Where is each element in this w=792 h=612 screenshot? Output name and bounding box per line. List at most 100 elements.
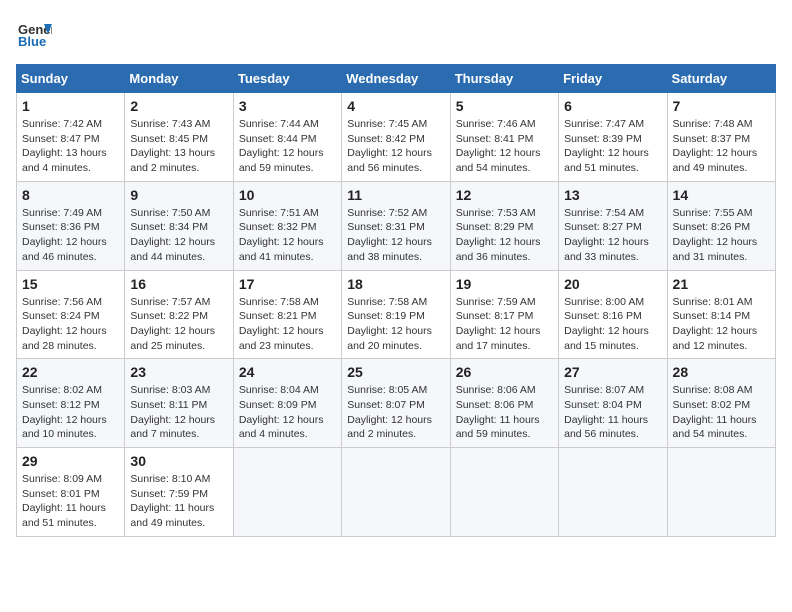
- day-info: Sunrise: 8:10 AMSunset: 7:59 PMDaylight:…: [130, 472, 227, 531]
- calendar-week-2: 8Sunrise: 7:49 AMSunset: 8:36 PMDaylight…: [17, 181, 776, 270]
- day-number: 17: [239, 276, 336, 292]
- column-header-wednesday: Wednesday: [342, 65, 450, 93]
- day-info: Sunrise: 7:58 AMSunset: 8:19 PMDaylight:…: [347, 295, 444, 354]
- day-info: Sunrise: 8:05 AMSunset: 8:07 PMDaylight:…: [347, 383, 444, 442]
- calendar-cell: 15Sunrise: 7:56 AMSunset: 8:24 PMDayligh…: [17, 270, 125, 359]
- day-number: 11: [347, 187, 444, 203]
- calendar-cell: 13 Sunrise: 7:54 AMSunset: 8:27 PMDayligh…: [559, 181, 667, 270]
- day-number: 19: [456, 276, 553, 292]
- svg-text:Blue: Blue: [18, 34, 46, 49]
- day-info: Sunrise: 7:53 AMSunset: 8:29 PMDaylight:…: [456, 206, 553, 265]
- day-info: Sunrise: 7:46 AMSunset: 8:41 PMDaylight:…: [456, 117, 553, 176]
- column-header-thursday: Thursday: [450, 65, 558, 93]
- calendar-cell: 30 Sunrise: 8:10 AMSunset: 7:59 PMDayligh…: [125, 448, 233, 537]
- day-info: Sunrise: 8:07 AMSunset: 8:04 PMDaylight:…: [564, 383, 661, 442]
- calendar-cell: 9 Sunrise: 7:50 AMSunset: 8:34 PMDaylight…: [125, 181, 233, 270]
- calendar-cell: 5 Sunrise: 7:46 AMSunset: 8:41 PMDaylight…: [450, 93, 558, 182]
- column-header-monday: Monday: [125, 65, 233, 93]
- day-number: 22: [22, 364, 119, 380]
- column-header-tuesday: Tuesday: [233, 65, 341, 93]
- day-number: 3: [239, 98, 336, 114]
- day-number: 29: [22, 453, 119, 469]
- calendar-cell: 6 Sunrise: 7:47 AMSunset: 8:39 PMDaylight…: [559, 93, 667, 182]
- calendar-table: SundayMondayTuesdayWednesdayThursdayFrid…: [16, 64, 776, 537]
- day-number: 14: [673, 187, 770, 203]
- calendar-cell: 25Sunrise: 8:05 AMSunset: 8:07 PMDayligh…: [342, 359, 450, 448]
- day-number: 8: [22, 187, 119, 203]
- column-header-sunday: Sunday: [17, 65, 125, 93]
- day-number: 18: [347, 276, 444, 292]
- day-info: Sunrise: 7:56 AMSunset: 8:24 PMDaylight:…: [22, 295, 119, 354]
- calendar-cell: 12 Sunrise: 7:53 AMSunset: 8:29 PMDayligh…: [450, 181, 558, 270]
- day-number: 28: [673, 364, 770, 380]
- day-info: Sunrise: 8:06 AMSunset: 8:06 PMDaylight:…: [456, 383, 553, 442]
- day-number: 13: [564, 187, 661, 203]
- day-number: 27: [564, 364, 661, 380]
- day-info: Sunrise: 8:08 AMSunset: 8:02 PMDaylight:…: [673, 383, 770, 442]
- calendar-cell: [450, 448, 558, 537]
- calendar-cell: 28 Sunrise: 8:08 AMSunset: 8:02 PMDayligh…: [667, 359, 775, 448]
- calendar-cell: 26 Sunrise: 8:06 AMSunset: 8:06 PMDayligh…: [450, 359, 558, 448]
- day-info: Sunrise: 7:54 AMSunset: 8:27 PMDaylight:…: [564, 206, 661, 265]
- calendar-cell: 16 Sunrise: 7:57 AMSunset: 8:22 PMDayligh…: [125, 270, 233, 359]
- day-number: 20: [564, 276, 661, 292]
- calendar-cell: 23 Sunrise: 8:03 AMSunset: 8:11 PMDayligh…: [125, 359, 233, 448]
- calendar-week-3: 15Sunrise: 7:56 AMSunset: 8:24 PMDayligh…: [17, 270, 776, 359]
- calendar-cell: [233, 448, 341, 537]
- day-number: 16: [130, 276, 227, 292]
- day-info: Sunrise: 8:02 AMSunset: 8:12 PMDaylight:…: [22, 383, 119, 442]
- day-number: 6: [564, 98, 661, 114]
- calendar-cell: 4 Sunrise: 7:45 AMSunset: 8:42 PMDaylight…: [342, 93, 450, 182]
- day-info: Sunrise: 7:57 AMSunset: 8:22 PMDaylight:…: [130, 295, 227, 354]
- calendar-cell: 29 Sunrise: 8:09 AMSunset: 8:01 PMDayligh…: [17, 448, 125, 537]
- day-info: Sunrise: 7:51 AMSunset: 8:32 PMDaylight:…: [239, 206, 336, 265]
- day-number: 5: [456, 98, 553, 114]
- calendar-cell: 19Sunrise: 7:59 AMSunset: 8:17 PMDayligh…: [450, 270, 558, 359]
- day-info: Sunrise: 7:48 AMSunset: 8:37 PMDaylight:…: [673, 117, 770, 176]
- day-info: Sunrise: 7:44 AMSunset: 8:44 PMDaylight:…: [239, 117, 336, 176]
- calendar-cell: 18 Sunrise: 7:58 AMSunset: 8:19 PMDayligh…: [342, 270, 450, 359]
- calendar-cell: 11 Sunrise: 7:52 AMSunset: 8:31 PMDayligh…: [342, 181, 450, 270]
- day-info: Sunrise: 7:47 AMSunset: 8:39 PMDaylight:…: [564, 117, 661, 176]
- column-header-friday: Friday: [559, 65, 667, 93]
- day-number: 23: [130, 364, 227, 380]
- day-info: Sunrise: 8:09 AMSunset: 8:01 PMDaylight:…: [22, 472, 119, 531]
- calendar-cell: 22 Sunrise: 8:02 AMSunset: 8:12 PMDayligh…: [17, 359, 125, 448]
- day-info: Sunrise: 7:45 AMSunset: 8:42 PMDaylight:…: [347, 117, 444, 176]
- day-info: Sunrise: 7:50 AMSunset: 8:34 PMDaylight:…: [130, 206, 227, 265]
- day-info: Sunrise: 7:43 AMSunset: 8:45 PMDaylight:…: [130, 117, 227, 176]
- calendar-cell: [667, 448, 775, 537]
- day-info: Sunrise: 8:01 AMSunset: 8:14 PMDaylight:…: [673, 295, 770, 354]
- day-info: Sunrise: 7:55 AMSunset: 8:26 PMDaylight:…: [673, 206, 770, 265]
- day-number: 4: [347, 98, 444, 114]
- calendar-cell: [559, 448, 667, 537]
- calendar-cell: 2 Sunrise: 7:43 AMSunset: 8:45 PMDaylight…: [125, 93, 233, 182]
- day-number: 12: [456, 187, 553, 203]
- calendar-cell: 3 Sunrise: 7:44 AMSunset: 8:44 PMDaylight…: [233, 93, 341, 182]
- day-number: 2: [130, 98, 227, 114]
- calendar-cell: 14 Sunrise: 7:55 AMSunset: 8:26 PMDayligh…: [667, 181, 775, 270]
- day-info: Sunrise: 7:52 AMSunset: 8:31 PMDaylight:…: [347, 206, 444, 265]
- calendar-cell: 20Sunrise: 8:00 AMSunset: 8:16 PMDayligh…: [559, 270, 667, 359]
- day-number: 26: [456, 364, 553, 380]
- day-info: Sunrise: 8:03 AMSunset: 8:11 PMDaylight:…: [130, 383, 227, 442]
- day-number: 10: [239, 187, 336, 203]
- calendar-cell: 17Sunrise: 7:58 AMSunset: 8:21 PMDayligh…: [233, 270, 341, 359]
- day-number: 1: [22, 98, 119, 114]
- column-header-saturday: Saturday: [667, 65, 775, 93]
- calendar-cell: 24Sunrise: 8:04 AMSunset: 8:09 PMDayligh…: [233, 359, 341, 448]
- calendar-week-4: 22 Sunrise: 8:02 AMSunset: 8:12 PMDayligh…: [17, 359, 776, 448]
- calendar-cell: 27 Sunrise: 8:07 AMSunset: 8:04 PMDayligh…: [559, 359, 667, 448]
- day-number: 30: [130, 453, 227, 469]
- calendar-cell: 21 Sunrise: 8:01 AMSunset: 8:14 PMDayligh…: [667, 270, 775, 359]
- calendar-cell: 10 Sunrise: 7:51 AMSunset: 8:32 PMDayligh…: [233, 181, 341, 270]
- day-number: 9: [130, 187, 227, 203]
- logo: General Blue: [16, 16, 56, 52]
- calendar-cell: 8Sunrise: 7:49 AMSunset: 8:36 PMDaylight…: [17, 181, 125, 270]
- day-number: 21: [673, 276, 770, 292]
- calendar-week-5: 29 Sunrise: 8:09 AMSunset: 8:01 PMDayligh…: [17, 448, 776, 537]
- day-number: 24: [239, 364, 336, 380]
- calendar-cell: [342, 448, 450, 537]
- day-info: Sunrise: 7:42 AMSunset: 8:47 PMDaylight:…: [22, 117, 119, 176]
- calendar-week-1: 1 Sunrise: 7:42 AMSunset: 8:47 PMDaylight…: [17, 93, 776, 182]
